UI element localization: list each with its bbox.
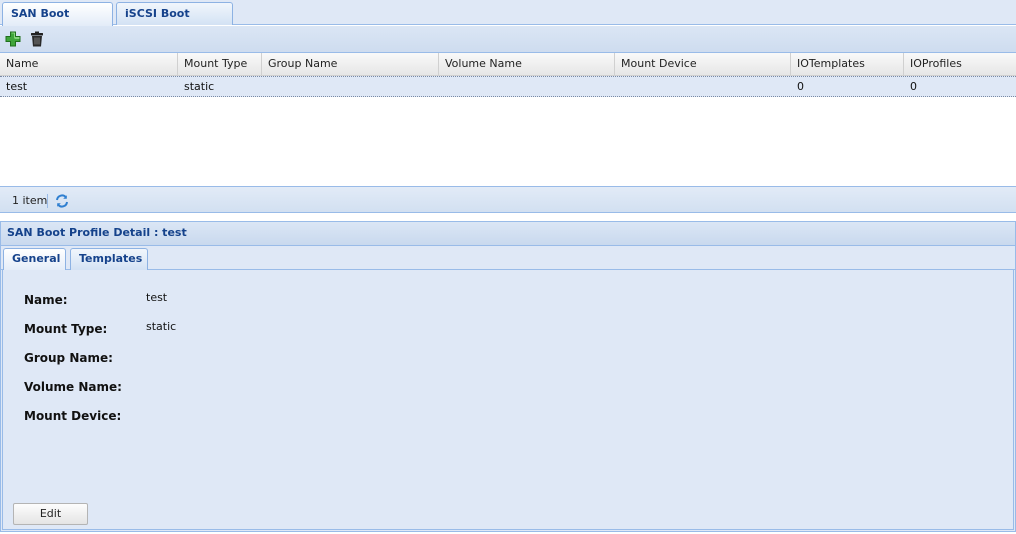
column-header-mount-device[interactable]: Mount Device [615,53,791,75]
grid-toolbar [0,26,1016,53]
tab-iscsi-boot-profile[interactable]: iSCSI Boot Profile [116,2,233,41]
column-header-mount-type[interactable]: Mount Type [178,53,262,75]
detail-panel: SAN Boot Profile Detail : test General T… [0,221,1016,532]
field-label-mount-type: Mount Type: [24,322,108,336]
column-header-iotemplates[interactable]: IOTemplates [791,53,904,75]
add-icon [5,31,21,47]
cell-mount-device [615,77,791,96]
pager-divider [47,194,48,208]
field-label-mount-device: Mount Device: [24,409,122,423]
cell-name: test [6,80,28,93]
edit-button[interactable]: Edit [13,503,88,525]
field-value-mount-type: static [146,320,177,333]
tab-san-boot-profile[interactable]: SAN Boot Profile [2,2,113,41]
refresh-icon [56,194,68,208]
field-label-group-name: Group Name: [24,351,113,365]
column-header-ioprofiles[interactable]: IOProfiles [904,53,1016,75]
grid-body: test static 0 0 [0,76,1016,186]
detail-title: SAN Boot Profile Detail : test [1,222,1015,246]
cell-mount-type: static [184,80,215,93]
delete-button[interactable] [28,30,46,48]
paging-toolbar: 1 item [0,186,1016,213]
item-count: 1 item [12,194,48,207]
grid-header: Name Mount Type Group Name Volume Name M… [0,53,1016,76]
cell-ioprofiles: 0 [910,80,917,93]
general-form: Name: test Mount Type: static Group Name… [2,270,1014,530]
detail-tabstrip: General Templates [1,246,1015,271]
profile-tabstrip: SAN Boot Profile iSCSI Boot Profile [0,0,1016,41]
panel-spacer [0,213,1016,221]
trash-icon [31,31,43,47]
cell-iotemplates: 0 [797,80,804,93]
column-header-volume-name[interactable]: Volume Name [439,53,615,75]
tab-general[interactable]: General [3,248,66,271]
add-button[interactable] [4,30,22,48]
column-header-name[interactable]: Name [0,53,178,75]
cell-volume-name [439,77,615,96]
table-row[interactable]: test static 0 0 [0,76,1016,97]
tab-templates[interactable]: Templates [70,248,148,270]
column-header-group-name[interactable]: Group Name [262,53,439,75]
field-label-name: Name: [24,293,68,307]
field-value-name: test [146,291,168,304]
cell-group-name [262,77,439,96]
refresh-button[interactable] [54,193,70,209]
field-label-volume-name: Volume Name: [24,380,122,394]
